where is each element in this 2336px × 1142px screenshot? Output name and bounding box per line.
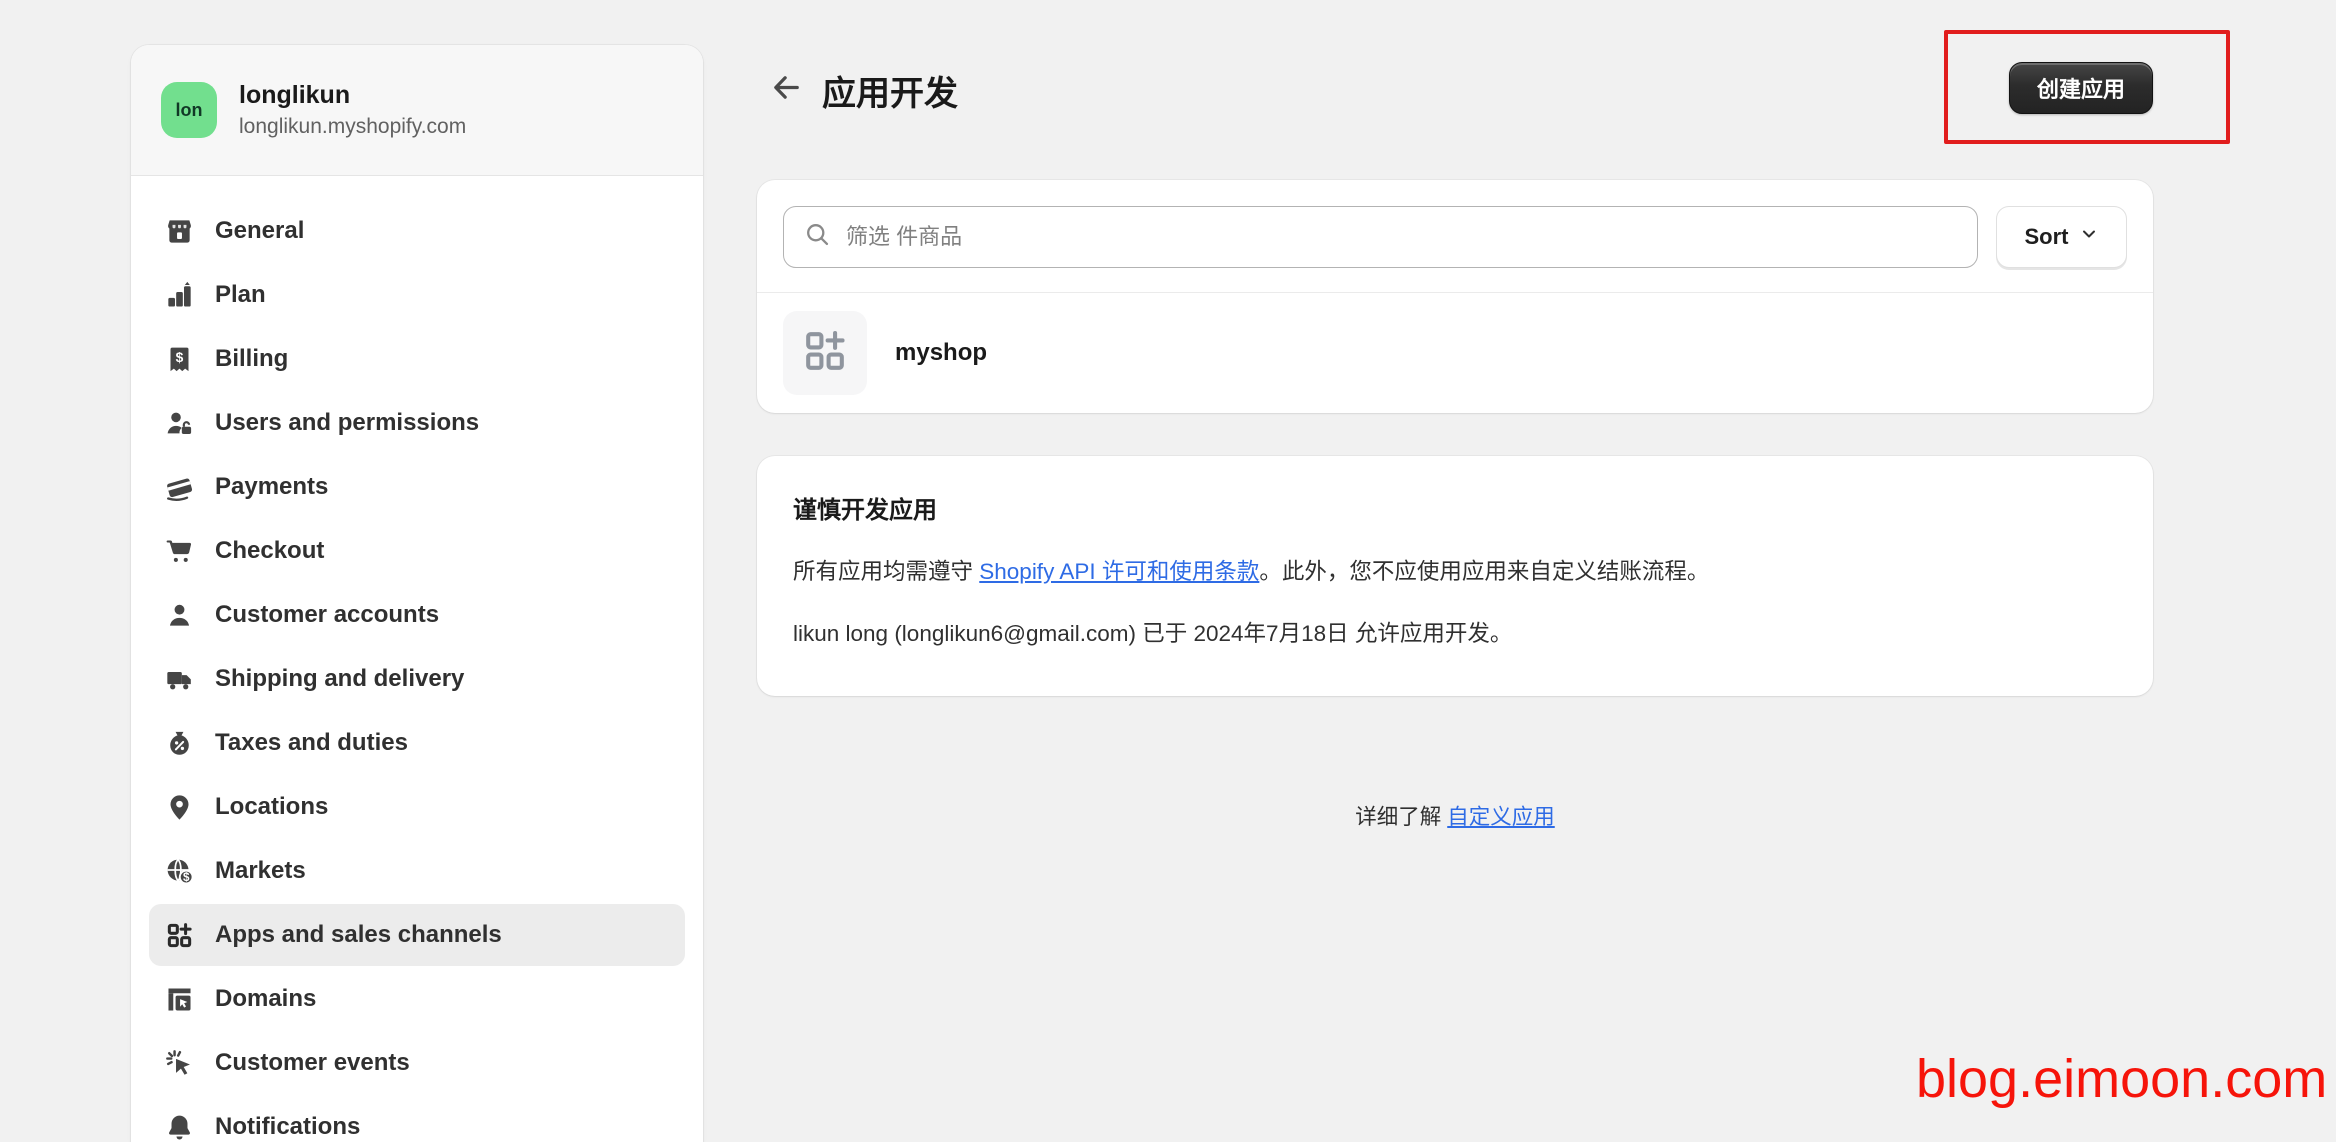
create-app-button[interactable]: 创建应用: [2009, 62, 2153, 114]
sidebar-item-label: Plan: [215, 281, 266, 309]
sidebar-item-label: Users and permissions: [215, 409, 479, 437]
store-name: longlikun: [239, 81, 466, 110]
sidebar-item-label: Customer accounts: [215, 601, 439, 629]
user-lock-icon: [164, 408, 194, 438]
sidebar-item-apps-and-sales-channels[interactable]: Apps and sales channels: [149, 904, 685, 966]
chevron-down-icon: [2079, 224, 2099, 250]
apps-toolbar: Sort: [757, 180, 2153, 292]
app-tile: [783, 311, 867, 395]
notice-body-suffix: 。此外，您不应使用应用来自定义结账流程。: [1259, 559, 1709, 584]
settings-sidebar: lon longlikun longlikun.myshopify.com Ge…: [131, 45, 703, 1142]
custom-apps-link[interactable]: 自定义应用: [1447, 805, 1555, 829]
sidebar-item-users-and-permissions[interactable]: Users and permissions: [149, 392, 685, 454]
sidebar-item-markets[interactable]: $ Markets: [149, 840, 685, 902]
settings-page: lon longlikun longlikun.myshopify.com Ge…: [0, 0, 2336, 1142]
store-avatar-initials: lon: [176, 100, 203, 121]
sidebar-item-label: Taxes and duties: [215, 729, 408, 757]
sidebar-item-payments[interactable]: Payments: [149, 456, 685, 518]
sidebar-item-customer-events[interactable]: Customer events: [149, 1032, 685, 1094]
sidebar-item-label: Locations: [215, 793, 328, 821]
sidebar-item-customer-accounts[interactable]: Customer accounts: [149, 584, 685, 646]
app-list: myshop: [757, 293, 2153, 413]
learn-more-prefix: 详细了解: [1355, 805, 1447, 829]
api-terms-link[interactable]: Shopify API 许可和使用条款: [979, 559, 1259, 584]
apps-card: Sort myshop: [757, 180, 2153, 413]
app-name: myshop: [895, 339, 987, 367]
sidebar-item-label: Customer events: [215, 1049, 410, 1077]
cart-icon: [164, 536, 194, 566]
notice-title: 谨慎开发应用: [793, 490, 2117, 525]
payments-icon: [164, 472, 194, 502]
sidebar-item-label: General: [215, 217, 304, 245]
sidebar-item-notifications[interactable]: Notifications: [149, 1096, 685, 1142]
sidebar-item-label: Payments: [215, 473, 328, 501]
tax-bag-icon: [164, 728, 194, 758]
sidebar-item-label: Apps and sales channels: [215, 921, 502, 949]
sidebar-item-label: Billing: [215, 345, 288, 373]
map-pin-icon: [164, 792, 194, 822]
store-icon: [164, 216, 194, 246]
store-avatar: lon: [161, 82, 217, 138]
sidebar-item-label: Checkout: [215, 537, 324, 565]
sidebar-item-general[interactable]: General: [149, 200, 685, 262]
sidebar-item-label: Shipping and delivery: [215, 665, 464, 693]
sidebar-nav: General Plan $ Billing Users and permissions…: [131, 176, 703, 1142]
learn-more: 详细了解 自定义应用: [757, 800, 2153, 831]
sort-button[interactable]: Sort: [1996, 206, 2127, 268]
notice-card: 谨慎开发应用 所有应用均需遵守 Shopify API 许可和使用条款。此外，您…: [757, 456, 2153, 696]
search-icon: [804, 221, 831, 253]
create-app-button-label: 创建应用: [2037, 77, 2125, 102]
sidebar-item-label: Domains: [215, 985, 316, 1013]
back-button[interactable]: [766, 69, 806, 109]
sidebar-item-billing[interactable]: $ Billing: [149, 328, 685, 390]
bell-icon: [164, 1112, 194, 1142]
store-meta: longlikun longlikun.myshopify.com: [239, 81, 466, 140]
back-arrow-icon: [769, 71, 803, 108]
store-domain: longlikun.myshopify.com: [239, 115, 466, 139]
person-icon: [164, 600, 194, 630]
billing-icon: $: [164, 344, 194, 374]
sidebar-item-label: Notifications: [215, 1113, 360, 1141]
search-input-wrapper[interactable]: [783, 206, 1978, 268]
watermark: blog.eimoon.com: [1916, 1048, 2327, 1110]
sidebar-item-checkout[interactable]: Checkout: [149, 520, 685, 582]
sort-button-label: Sort: [2025, 224, 2069, 250]
store-header: lon longlikun longlikun.myshopify.com: [131, 45, 703, 176]
plan-icon: [164, 280, 194, 310]
svg-text:$: $: [175, 350, 183, 365]
sidebar-item-shipping-and-delivery[interactable]: Shipping and delivery: [149, 648, 685, 710]
notice-body-prefix: 所有应用均需遵守: [793, 559, 979, 584]
cursor-click-icon: [164, 1048, 194, 1078]
apps-grid-icon: [164, 920, 194, 950]
svg-text:$: $: [182, 871, 189, 884]
sidebar-item-label: Markets: [215, 857, 306, 885]
notice-footer: likun long (longlikun6@gmail.com) 已于 202…: [793, 617, 2117, 651]
search-input[interactable]: [846, 224, 1957, 250]
notice-body: 所有应用均需遵守 Shopify API 许可和使用条款。此外，您不应使用应用来…: [793, 555, 2117, 589]
globe-dollar-icon: $: [164, 856, 194, 886]
apps-grid-outline-icon: [801, 327, 849, 380]
truck-icon: [164, 664, 194, 694]
sidebar-item-taxes-and-duties[interactable]: Taxes and duties: [149, 712, 685, 774]
sidebar-item-domains[interactable]: Domains: [149, 968, 685, 1030]
domains-icon: [164, 984, 194, 1014]
app-row[interactable]: myshop: [757, 293, 2153, 413]
page-title: 应用开发: [822, 66, 958, 115]
sidebar-item-locations[interactable]: Locations: [149, 776, 685, 838]
sidebar-item-plan[interactable]: Plan: [149, 264, 685, 326]
